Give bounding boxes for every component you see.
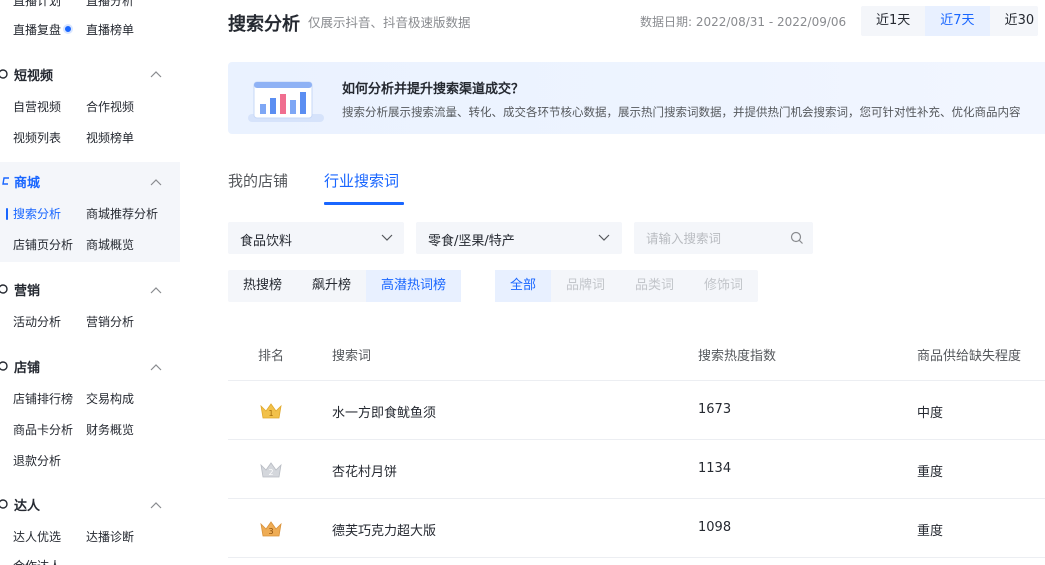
- search-input[interactable]: [634, 222, 784, 254]
- sidebar-item-shop-page[interactable]: 店铺页分析: [13, 236, 73, 253]
- shop-icon: [0, 361, 8, 371]
- word-type-switch: 全部 品牌词 品类词 修饰词: [495, 270, 759, 302]
- sidebar-group-talent[interactable]: 达人: [14, 495, 40, 514]
- talent-icon: [0, 499, 8, 509]
- sidebar-item-finance-overview[interactable]: 财务概览: [86, 421, 134, 438]
- sidebar-item-live-plan[interactable]: 直播计划: [13, 0, 61, 9]
- rank-number: 1: [268, 409, 273, 418]
- sidebar-item-video-list[interactable]: 视频列表: [13, 129, 61, 146]
- chevron-up-icon[interactable]: [150, 501, 162, 509]
- rank-number: 2: [268, 468, 273, 477]
- page-title: 搜索分析: [228, 14, 300, 35]
- sidebar-item-shop-rank[interactable]: 店铺排行榜: [13, 390, 73, 407]
- gold-crown-rank-icon: 1: [260, 403, 282, 419]
- sidebar-item-coop-talent[interactable]: 合作达人: [13, 557, 61, 565]
- column-header-heat-index[interactable]: 搜索热度指数: [698, 345, 776, 364]
- sidebar-item-mall-recommend[interactable]: 商城推荐分析: [86, 205, 158, 222]
- heat-index-cell: 1098: [698, 520, 732, 535]
- sidebar-item-activity-analysis[interactable]: 活动分析: [13, 313, 61, 330]
- table-divider: [228, 439, 1045, 440]
- search-icon[interactable]: [790, 231, 804, 245]
- rank-high-potential-button[interactable]: 高潜热词榜: [366, 270, 462, 302]
- sidebar-item-talent-pick[interactable]: 达人优选: [13, 528, 61, 545]
- sidebar-item-trade-composition[interactable]: 交易构成: [86, 390, 134, 407]
- chevron-up-icon[interactable]: [150, 178, 162, 186]
- category-level2-select[interactable]: 零食/坚果/特产: [416, 222, 622, 254]
- sidebar-item-live-review[interactable]: 直播复盘: [13, 21, 61, 38]
- sidebar-item-live-analysis[interactable]: 直播分析: [86, 0, 134, 9]
- active-indicator: [6, 208, 8, 220]
- active-tab-underline: [324, 202, 404, 205]
- supply-shortage-cell: 重度: [917, 465, 944, 480]
- heat-index-cell: 1134: [698, 461, 732, 476]
- table-divider: [228, 557, 1045, 558]
- category-level2-value: 零食/坚果/特产: [428, 234, 515, 249]
- category-level1-select[interactable]: 食品饮料: [228, 222, 404, 254]
- supply-shortage-cell: 重度: [917, 524, 944, 539]
- rank-type-switch: 热搜榜 飙升榜 高潜热词榜: [228, 270, 462, 302]
- range-7d-button[interactable]: 近7天: [925, 6, 990, 36]
- search-word-cell[interactable]: 杏花村月饼: [332, 461, 397, 480]
- chevron-up-icon[interactable]: [150, 70, 162, 78]
- sidebar-item-talent-diagnosis[interactable]: 达播诊断: [86, 528, 134, 545]
- sidebar-group-shop[interactable]: 店铺: [14, 357, 40, 376]
- chevron-up-icon[interactable]: [150, 286, 162, 294]
- table-divider: [228, 498, 1045, 499]
- word-brand-button[interactable]: 品牌词: [551, 270, 620, 302]
- silver-crown-rank-icon: 2: [260, 462, 282, 478]
- sidebar-item-refund-analysis[interactable]: 退款分析: [13, 452, 61, 469]
- sidebar-item-product-card[interactable]: 商品卡分析: [13, 421, 73, 438]
- column-header-search-word: 搜索词: [332, 349, 372, 364]
- sidebar-group-short-video[interactable]: 短视频: [14, 65, 53, 84]
- chevron-up-icon[interactable]: [150, 363, 162, 371]
- sidebar-group-marketing[interactable]: 营销: [14, 280, 40, 299]
- word-modifier-button[interactable]: 修饰词: [689, 270, 758, 302]
- word-all-button[interactable]: 全部: [495, 270, 552, 302]
- chevron-down-icon: [381, 234, 393, 241]
- word-category-button[interactable]: 品类词: [620, 270, 689, 302]
- bronze-crown-rank-icon: 3: [260, 521, 282, 537]
- page-subtitle: 仅展示抖音、抖音极速版数据: [308, 15, 471, 30]
- chart-illustration-icon: [248, 81, 324, 122]
- column-header-supply-shortage[interactable]: 商品供给缺失程度: [917, 345, 1021, 364]
- marketing-icon: [0, 284, 8, 294]
- banner-title: 如何分析并提升搜索渠道成交？: [342, 82, 525, 97]
- sidebar: 直播计划 直播分析 直播复盘 直播榜单 短视频 自营视频 合作视频 视频列表 视…: [0, 0, 180, 565]
- heat-index-cell: 1673: [698, 402, 732, 417]
- banner-description: 搜索分析展示搜索流量、转化、成交各环节核心数据，展示热门搜索词数据，并提供热门机…: [342, 105, 1021, 119]
- supply-shortage-cell: 中度: [917, 406, 944, 421]
- new-dot-icon: [63, 24, 73, 34]
- range-1d-button[interactable]: 近1天: [861, 6, 925, 36]
- search-word-cell[interactable]: 德芙巧克力超大版: [332, 520, 436, 539]
- sidebar-item-coop-video[interactable]: 合作视频: [86, 98, 134, 115]
- tab-industry-search-words[interactable]: 行业搜索词: [324, 170, 399, 191]
- category-level1-value: 食品饮料: [240, 234, 293, 249]
- sidebar-item-marketing-analysis[interactable]: 营销分析: [86, 313, 134, 330]
- chevron-down-icon: [598, 234, 610, 241]
- column-header-rank: 排名: [258, 349, 285, 364]
- mall-icon: [2, 177, 9, 185]
- rank-number: 3: [268, 527, 273, 536]
- search-box: [634, 222, 813, 254]
- rank-hot-button[interactable]: 热搜榜: [228, 270, 297, 302]
- sidebar-item-video-rank[interactable]: 视频榜单: [86, 129, 134, 146]
- tab-my-shop[interactable]: 我的店铺: [228, 170, 288, 191]
- search-word-cell[interactable]: 水一方即食鱿鱼须: [332, 402, 436, 421]
- guide-banner[interactable]: 如何分析并提升搜索渠道成交？ 搜索分析展示搜索流量、转化、成交各环节核心数据，展…: [228, 62, 1045, 134]
- sidebar-item-live-rank[interactable]: 直播榜单: [86, 21, 134, 38]
- rank-rising-button[interactable]: 飙升榜: [297, 270, 366, 302]
- sidebar-item-mall-overview[interactable]: 商城概览: [86, 236, 134, 253]
- video-icon: [0, 69, 8, 79]
- date-range-label: 数据日期: 2022/08/31 - 2022/09/06: [640, 15, 847, 29]
- sidebar-item-own-video[interactable]: 自营视频: [13, 98, 61, 115]
- date-range-switch: 近1天 近7天 近30: [861, 6, 1039, 36]
- sidebar-group-mall[interactable]: 商城: [14, 172, 40, 191]
- table-divider: [228, 380, 1045, 381]
- range-30d-button[interactable]: 近30: [990, 6, 1039, 36]
- sidebar-item-search-analysis[interactable]: 搜索分析: [13, 205, 61, 222]
